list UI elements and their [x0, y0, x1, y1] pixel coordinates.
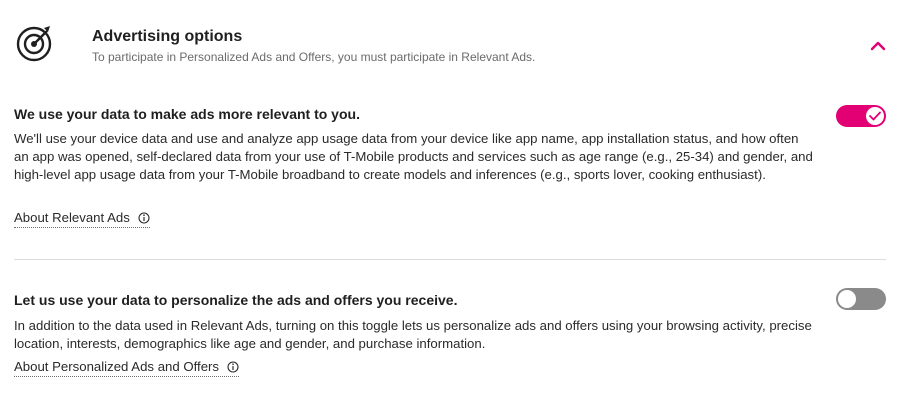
about-relevant-ads-label: About Relevant Ads — [14, 210, 130, 225]
chevron-up-icon[interactable] — [866, 34, 890, 58]
section-title: Advertising options — [92, 28, 243, 45]
advertising-options-header: Advertising options To participate in Pe… — [0, 0, 898, 80]
personalized-ads-description: In addition to the data used in Relevant… — [14, 318, 812, 352]
personalized-ads-section: Let us use your data to personalize the … — [14, 290, 886, 353]
info-icon — [227, 360, 239, 373]
toggle-knob — [866, 107, 884, 125]
info-icon — [138, 211, 150, 224]
section-subtitle: To participate in Personalized Ads and O… — [92, 50, 536, 64]
relevant-ads-section: We use your data to make ads more releva… — [14, 104, 886, 185]
relevant-ads-toggle[interactable] — [836, 105, 886, 127]
about-relevant-ads-link[interactable]: About Relevant Ads — [14, 210, 150, 228]
personalized-ads-toggle[interactable] — [836, 288, 886, 310]
target-icon — [16, 26, 52, 62]
personalized-ads-title: Let us use your data to personalize the … — [14, 292, 458, 308]
about-personalized-ads-link[interactable]: About Personalized Ads and Offers — [14, 359, 240, 377]
relevant-ads-description: We'll use your device data and use and a… — [14, 131, 813, 183]
relevant-ads-title: We use your data to make ads more releva… — [14, 106, 360, 122]
toggle-knob — [838, 290, 856, 308]
about-personalized-ads-label: About Personalized Ads and Offers — [14, 359, 220, 374]
check-icon — [869, 111, 881, 121]
section-divider — [14, 259, 886, 260]
